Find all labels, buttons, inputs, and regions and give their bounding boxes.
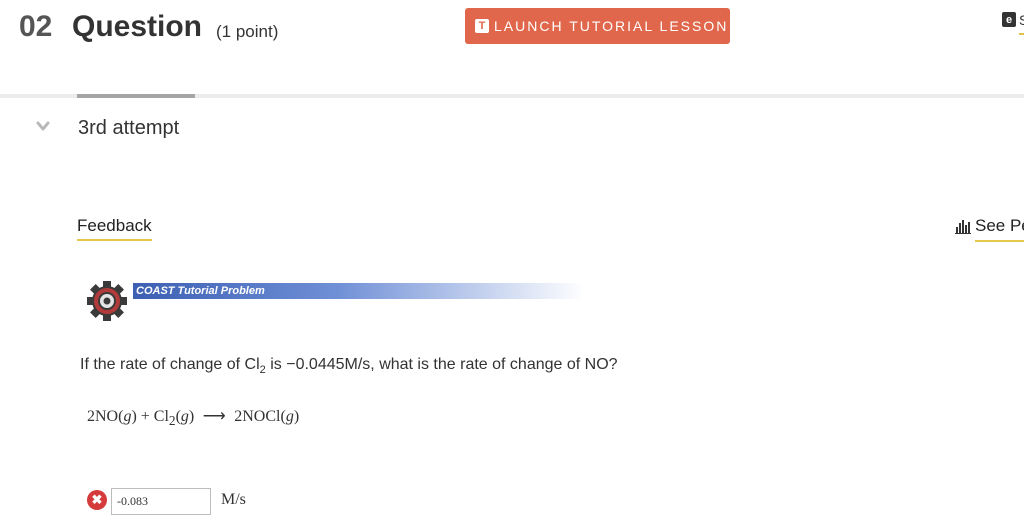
see-performance-underline [975, 240, 1024, 242]
see-performance-label: See Pe [975, 216, 1024, 235]
equation-lhs2: Cl [153, 408, 169, 425]
equation-lhs2-subscript: 2 [168, 413, 176, 429]
answer-input[interactable] [111, 488, 211, 515]
reaction-arrow: ⟶ [202, 408, 226, 425]
question-text-after: is −0.0445M/s, what is the rate of chang… [265, 356, 618, 373]
ebook-link-label[interactable]: S [1019, 12, 1024, 32]
question-title: Question [72, 10, 203, 43]
bar-chart-icon [955, 220, 971, 234]
question-text-before: If the rate of change of Cl [80, 356, 260, 373]
attempt-label[interactable]: 3rd attempt [78, 117, 179, 140]
feedback-link[interactable]: Feedback [77, 216, 152, 241]
error-x-icon: ✖ [87, 490, 107, 510]
chevron-down-icon[interactable] [36, 119, 50, 133]
equation-lhs1: 2NO( [87, 408, 124, 425]
gear-icon [87, 281, 127, 321]
launch-tutorial-label: LAUNCH TUTORIAL LESSON [494, 18, 729, 34]
answer-unit: M/s [221, 491, 246, 508]
launch-tutorial-button[interactable]: T LAUNCH TUTORIAL LESSON [465, 8, 730, 44]
equation-rhs: 2NOCl( [234, 408, 286, 425]
equation-rhs-close: ) [293, 408, 300, 425]
attempt-tab-indicator [77, 94, 195, 98]
see-performance-link[interactable]: See Pe [955, 216, 1024, 240]
tutorial-t-icon: T [475, 19, 489, 33]
equation-plus: + [136, 408, 154, 425]
ebook-link-underline [1019, 33, 1024, 35]
coast-tutorial-banner: COAST Tutorial Problem [133, 283, 585, 299]
ebook-icon[interactable]: e [1002, 12, 1016, 27]
question-points: (1 point) [216, 22, 279, 41]
question-text: If the rate of change of Cl2 is −0.0445M… [80, 356, 618, 376]
chemical-equation: 2NO(g) + Cl2(g) ⟶ 2NOCl(g) [87, 406, 299, 429]
question-number: 02 [19, 10, 53, 43]
equation-lhs2-state: g [180, 408, 189, 425]
equation-rhs-state: g [285, 408, 294, 425]
